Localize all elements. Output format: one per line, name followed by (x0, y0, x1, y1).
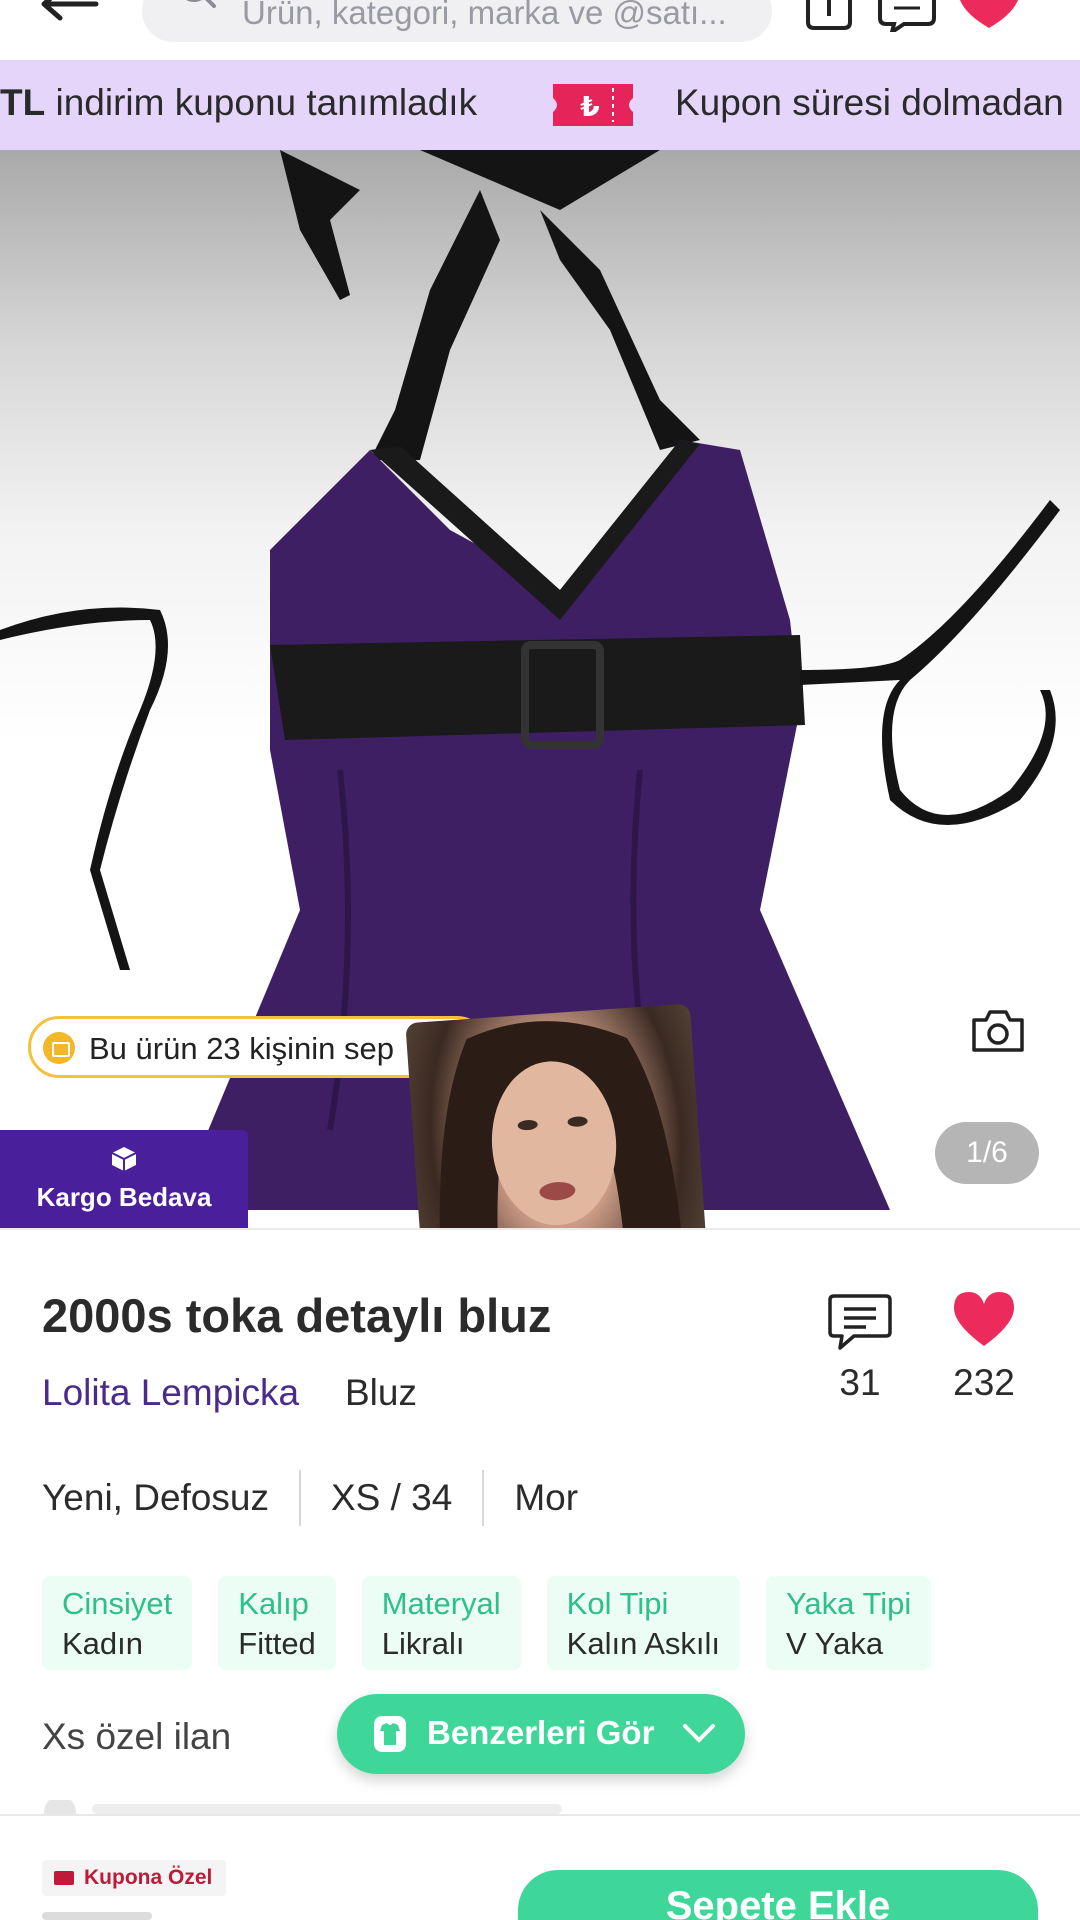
image-page-indicator: 1/6 (935, 1122, 1039, 1184)
messages-icon[interactable] (876, 0, 938, 32)
product-image-carousel[interactable]: Bu ürün 23 kişinin sep 1/6 Kargo Bedava (0, 150, 1080, 1228)
product-summary-attributes: Yeni, Defosuz XS / 34 Mor (42, 1468, 578, 1528)
attribute-tag-gender[interactable]: Cinsiyet Kadın (42, 1576, 193, 1670)
svg-text:₺: ₺ (580, 90, 599, 123)
attribute-tags: Cinsiyet Kadın Kalıp Fitted Materyal Lik… (42, 1576, 932, 1670)
add-to-cart-label: Sepete Ekle (665, 1884, 891, 1920)
free-shipping-badge: Kargo Bedava (0, 1130, 248, 1228)
coupon-promo-banner[interactable]: TL indirim kuponu tanımladık ₺ Kupon sür… (0, 60, 1080, 150)
free-shipping-label: Kargo Bedava (36, 1182, 212, 1212)
search-placeholder: Ürün, kategori, marka ve @satı... (242, 0, 727, 31)
divider (0, 1228, 1080, 1230)
see-similar-button[interactable]: Benzerleri Gör (337, 1694, 745, 1774)
chevron-down-icon (683, 1724, 715, 1743)
shirt-icon (374, 1716, 406, 1752)
condition-value: Yeni, Defosuz (42, 1477, 269, 1518)
size-value: XS / 34 (330, 1477, 453, 1518)
popularity-text: Bu ürün 23 kişinin sep (89, 1031, 395, 1066)
search-input[interactable]: Ürün, kategori, marka ve @satı... (142, 0, 772, 42)
product-description: Xs özel ilan (42, 1716, 232, 1757)
promo-text: TL indirim kuponu tanımladık (0, 82, 478, 123)
attribute-tag-sleeve[interactable]: Kol Tipi Kalın Askılı (546, 1576, 741, 1670)
seller-video-overlay[interactable] (405, 1003, 714, 1228)
brand-link[interactable]: Lolita Lempicka (42, 1372, 299, 1414)
attribute-tag-neckline[interactable]: Yaka Tipi V Yaka (766, 1576, 932, 1670)
top-bar: Ürün, kategori, marka ve @satı... (0, 0, 1080, 60)
product-title: 2000s toka detaylı bluz (42, 1289, 552, 1342)
see-similar-label: Benzerleri Gör (427, 1714, 655, 1751)
separator (298, 1470, 301, 1526)
attribute-tag-material[interactable]: Materyal Likralı (361, 1576, 521, 1670)
color-value: Mor (514, 1477, 579, 1518)
truncated-text-line (44, 1800, 562, 1814)
video-frame (439, 1021, 689, 1228)
attribute-tag-fit[interactable]: Kalıp Fitted (218, 1576, 336, 1670)
share-icon[interactable] (804, 0, 854, 30)
comment-count: 31 (839, 1362, 881, 1403)
lira-ticket-icon: ₺ (553, 84, 633, 126)
back-arrow-icon[interactable] (40, 0, 100, 22)
coupon-exclusive-badge: Kupona Özel (42, 1860, 227, 1896)
promo-text-2: Kupon süresi dolmadan (675, 82, 1064, 123)
separator (482, 1470, 485, 1526)
divider (0, 1814, 1080, 1816)
like-heart-icon[interactable] (952, 1290, 1016, 1350)
category-link[interactable]: Bluz (345, 1372, 417, 1414)
coupon-ticket-icon (54, 1871, 74, 1885)
price-text-partial (42, 1912, 152, 1920)
like-count: 232 (953, 1362, 1015, 1403)
coupon-exclusive-label: Kupona Özel (84, 1866, 213, 1889)
search-icon (186, 0, 216, 8)
cart-coin-icon (43, 1032, 75, 1064)
favorites-heart-icon[interactable] (956, 0, 1022, 30)
comment-icon[interactable] (828, 1292, 892, 1352)
camera-icon[interactable] (970, 1008, 1026, 1054)
package-icon (111, 1147, 137, 1171)
add-to-cart-button[interactable]: Sepete Ekle (518, 1870, 1038, 1920)
